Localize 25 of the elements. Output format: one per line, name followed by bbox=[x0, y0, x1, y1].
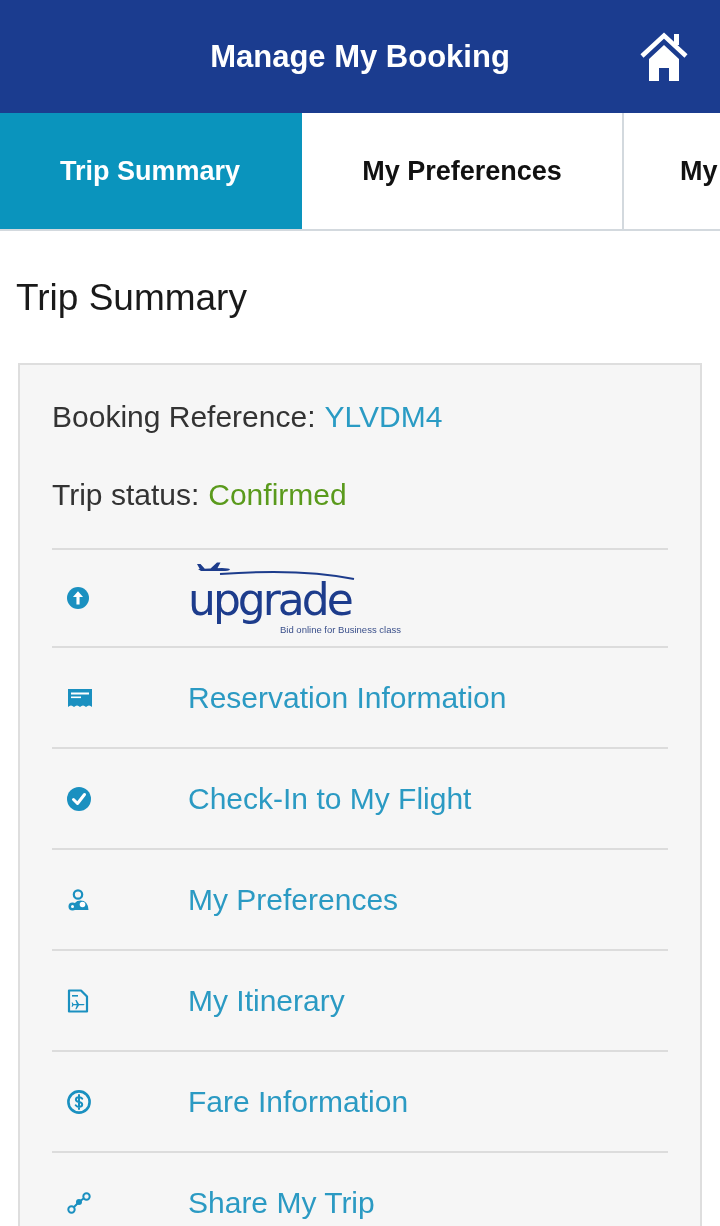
logo-wordmark: upgrade bbox=[188, 573, 353, 626]
share-icon bbox=[67, 1191, 91, 1214]
menu-link[interactable]: Fare Information bbox=[188, 1083, 409, 1120]
trip-status-label: Trip status: bbox=[52, 477, 200, 513]
person-gear-icon bbox=[67, 887, 91, 912]
menu-link[interactable]: My Preferences bbox=[188, 881, 399, 918]
plane-swoosh-icon bbox=[196, 561, 356, 580]
logo-tagline: Bid online for Business class bbox=[280, 623, 401, 635]
arrow-up-circle-icon bbox=[67, 587, 89, 609]
trip-status-value: Confirmed bbox=[208, 477, 347, 513]
menu-link[interactable]: Reservation Information bbox=[188, 679, 507, 716]
check-circle-icon bbox=[67, 786, 91, 811]
upgrade-logo[interactable]: upgrade Bid online for Business class bbox=[188, 561, 401, 635]
document-plane-icon bbox=[67, 988, 89, 1013]
menu-link[interactable]: Check-In to My Flight bbox=[188, 780, 472, 817]
booking-reference-value: YLVDM4 bbox=[324, 399, 443, 435]
dollar-circle-icon bbox=[67, 1089, 91, 1114]
tab[interactable]: Trip Summary bbox=[0, 113, 302, 229]
page-heading: Trip Summary bbox=[16, 276, 247, 320]
header-title: Manage My Booking bbox=[210, 38, 510, 75]
home-icon[interactable] bbox=[638, 30, 690, 83]
menu-link[interactable]: My Itinerary bbox=[188, 982, 345, 1019]
ticket-icon bbox=[67, 687, 93, 708]
menu-link[interactable]: Share My Trip bbox=[188, 1184, 375, 1221]
booking-reference-label: Booking Reference: bbox=[52, 399, 316, 435]
